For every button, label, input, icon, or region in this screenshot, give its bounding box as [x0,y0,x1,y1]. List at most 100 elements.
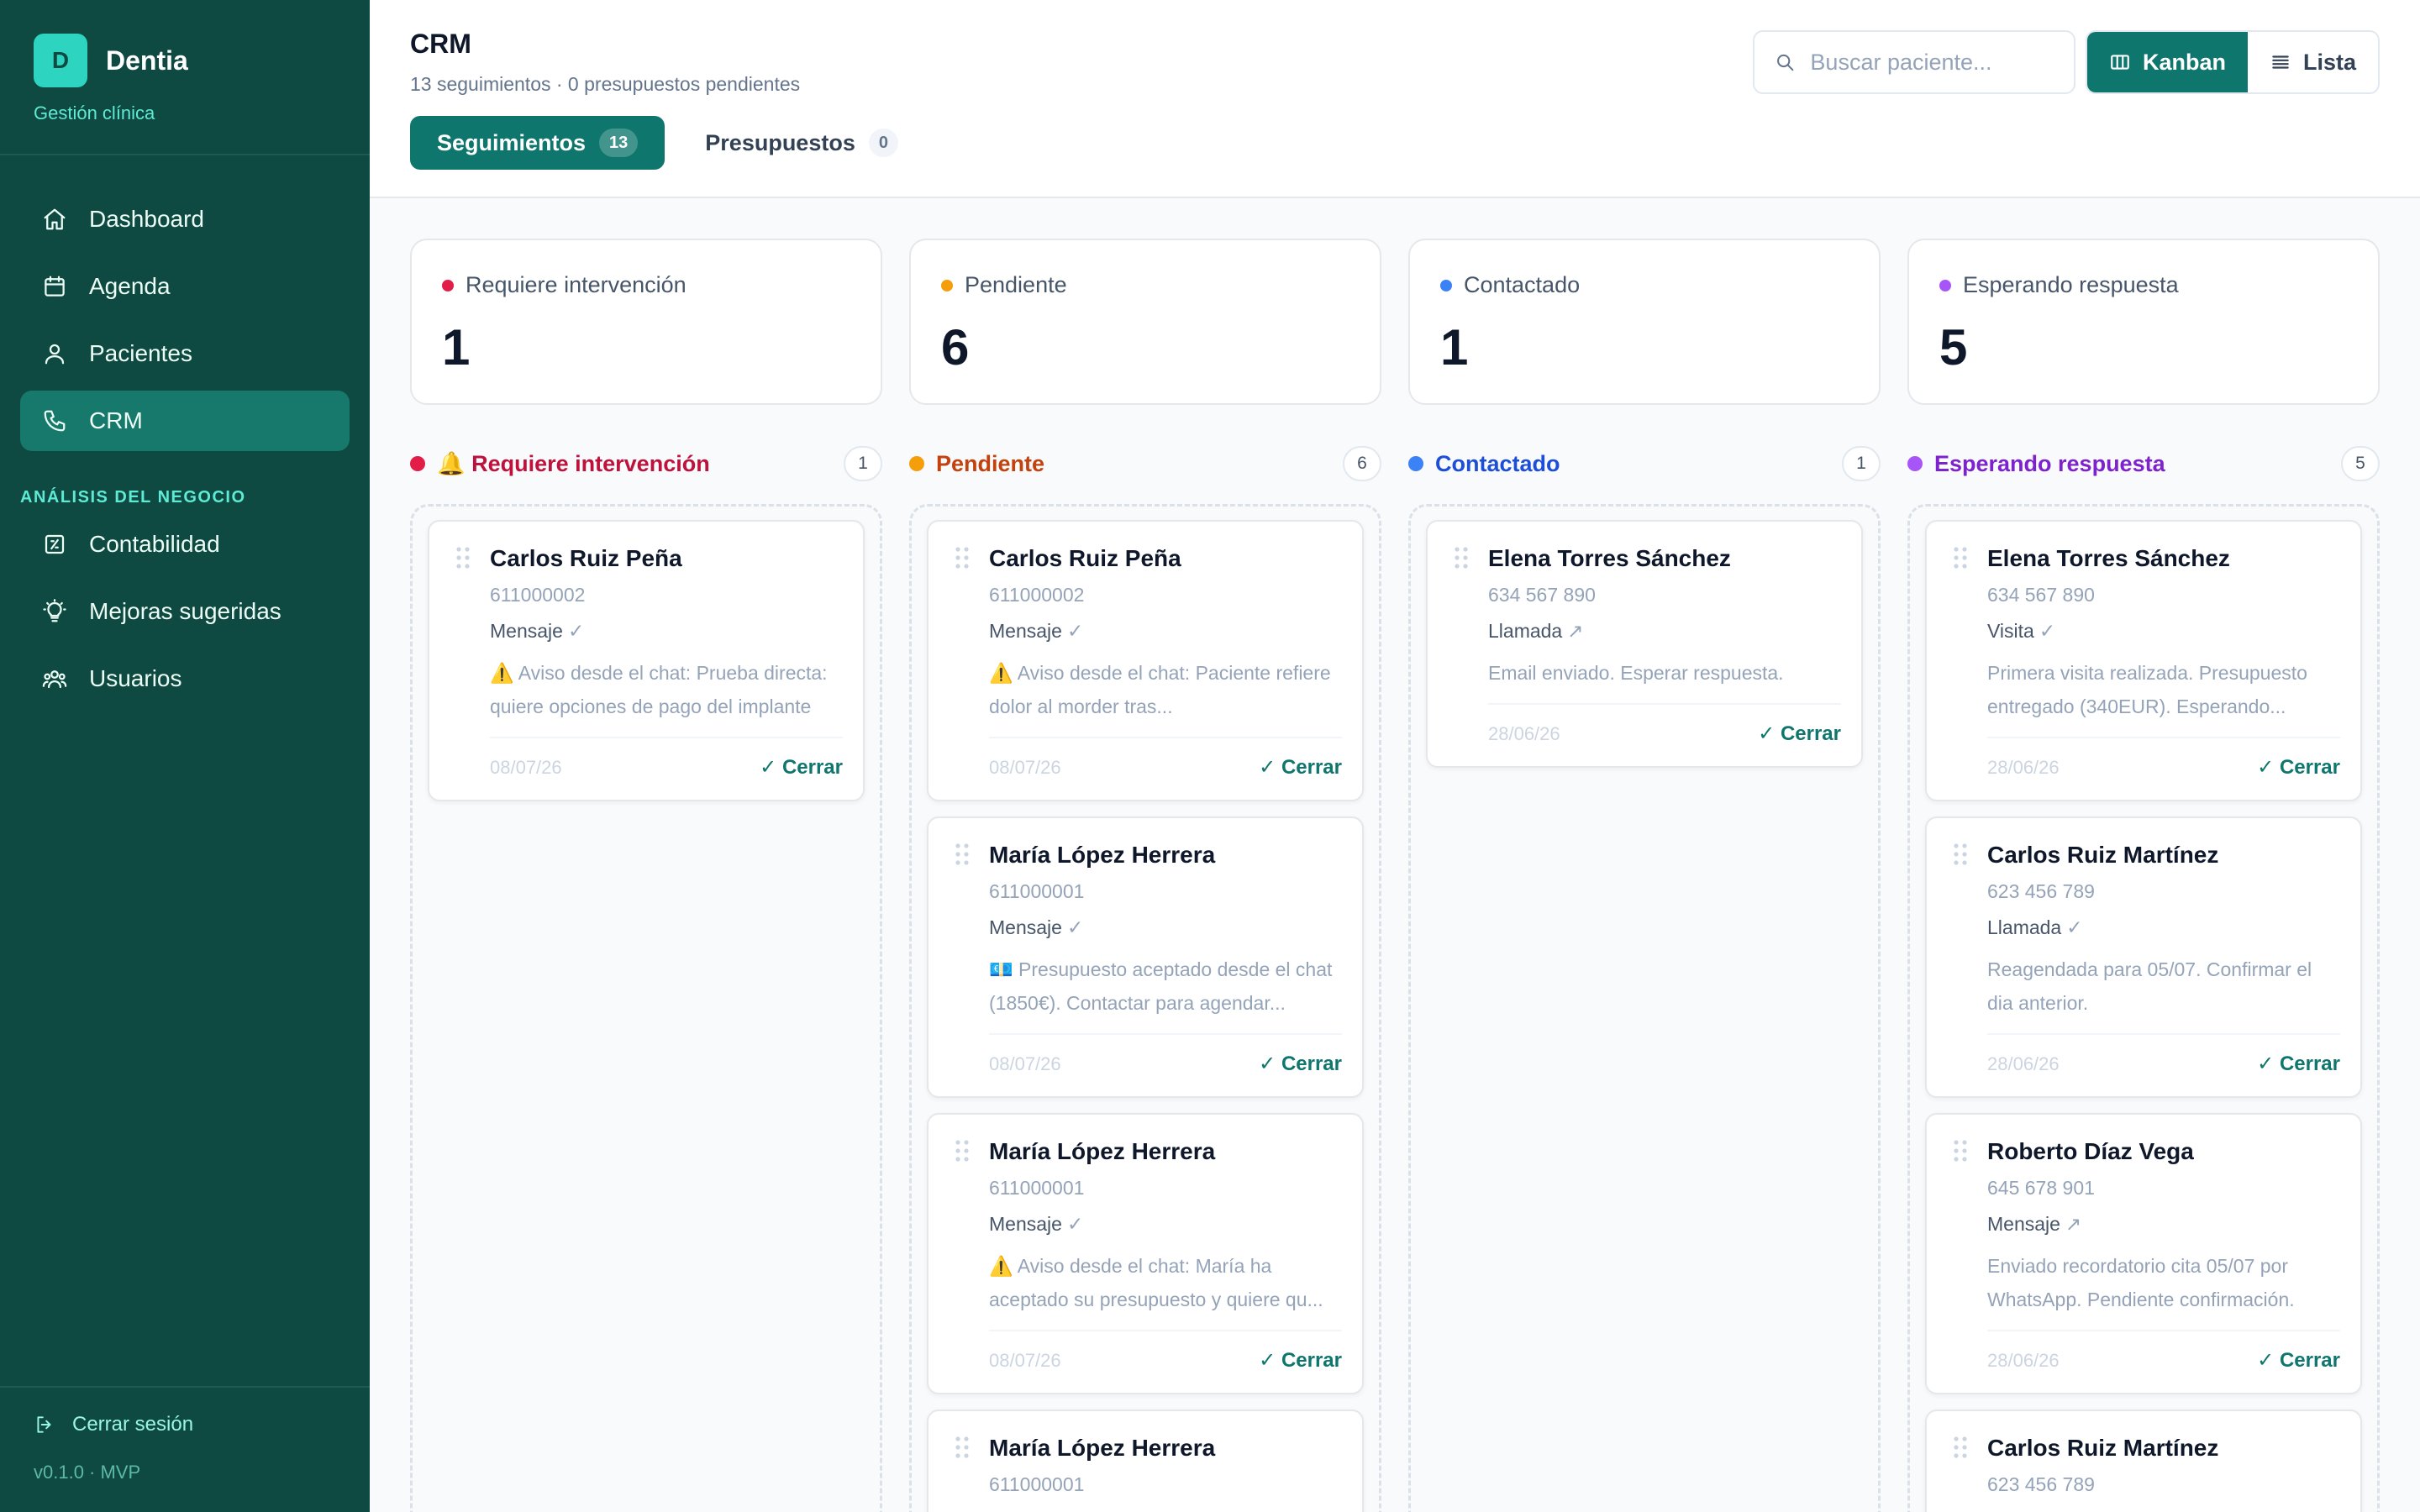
ledger-icon [45,534,65,554]
patient-name: María López Herrera [989,1138,1216,1164]
tab-label: Presupuestos [705,129,855,155]
patient-name: María López Herrera [989,1435,1216,1461]
patient-name: Carlos Ruiz Martínez [1987,842,2219,868]
stats-row: Requiere intervención 1 Pendiente 6 Cont… [410,239,2380,405]
drag-handle-icon[interactable] [1455,547,1468,569]
drag-handle-icon[interactable] [1954,547,1967,569]
list-view-label: Lista [2302,49,2356,75]
contact-type: Mensaje✓ [989,1213,1342,1236]
status-dot [1440,279,1452,291]
follow-up-card[interactable]: Carlos Ruiz Martínez 623 456 789 Llamada ✓ R… [1925,816,2362,1098]
contact-type: Mensaje↗ [1987,1213,2340,1236]
follow-up-card[interactable]: María López Herrera611000001Mensaje✓ [927,1410,1364,1512]
drag-handle-icon[interactable] [955,1140,969,1162]
drag-handle-icon[interactable] [955,843,969,865]
card-footer: 08/07/26 ✓ Cerrar [989,1330,1342,1373]
page-header: CRM 13 seguimientos · 0 presupuestos pen… [370,0,2420,198]
close-button[interactable]: ✓ Cerrar [1259,755,1342,780]
column-title: Contactado [1435,450,1560,476]
stat-card: Pendiente 6 [909,239,1381,405]
follow-up-card[interactable]: María López Herrera 611000001 Mensaje ✓ ⚠️ A… [927,1113,1364,1394]
stat-label: Pendiente [965,272,1067,297]
drag-handle-icon[interactable] [1954,1436,1967,1458]
drag-handle-icon[interactable] [955,547,969,569]
sidebar-item-label: Usuarios [89,665,182,691]
card-date: 08/07/26 [989,756,1061,778]
sidebar-item-usuarios[interactable]: Usuarios [20,648,350,709]
card-note: ⚠️ Aviso desde el chat: Paciente refiere… [989,662,1331,717]
card-date: 28/06/26 [1987,1053,2060,1074]
column-dropzone[interactable]: Carlos Ruiz Peña 611000002 Mensaje ✓ ⚠️ Avis… [909,504,1381,1512]
patient-name: Carlos Ruiz Martínez [1987,1435,2219,1461]
card-footer: 08/07/26 ✓ Cerrar [490,737,843,780]
brand-row[interactable]: D Dentia [34,34,336,87]
status-dot [1939,279,1951,291]
drag-handle-icon[interactable] [955,1436,969,1458]
lightbulb-icon [43,599,66,622]
follow-up-card[interactable]: Elena Torres Sánchez 634 567 890 Visita ✓ Pr… [1925,520,2362,801]
search-box[interactable] [1753,30,2075,94]
close-button[interactable]: ✓ Cerrar [760,755,843,780]
stat-label: Requiere intervención [466,272,687,297]
card-date: 08/07/26 [490,756,562,778]
sidebar-item-crm[interactable]: CRM [20,391,350,451]
close-button[interactable]: ✓ Cerrar [1259,1348,1342,1373]
stat-value: 1 [1440,319,1469,375]
card-date: 28/06/26 [1488,722,1560,744]
sidebar-item-dashboard[interactable]: Dashboard [20,189,350,249]
column-dropzone[interactable]: Elena Torres Sánchez 634 567 890 Llamada ↗ E… [1408,504,1881,1512]
status-dot [442,279,454,291]
contact-direction-icon: ✓ [1066,1213,1084,1235]
tab-seguimientos[interactable]: Seguimientos 13 [410,116,666,170]
drag-handle-icon[interactable] [1954,1140,1967,1162]
patient-phone: 623 456 789 [1987,880,2095,902]
kanban-column: Contactado 1 Elena Torres Sánchez 634 567 8… [1408,445,1881,1512]
follow-up-card[interactable]: Carlos Ruiz Peña 611000002 Mensaje ✓ ⚠️ Avis… [428,520,865,801]
follow-up-card[interactable]: Elena Torres Sánchez 634 567 890 Llamada ↗ E… [1426,520,1863,768]
kanban-view-button[interactable]: Kanban [2086,32,2248,92]
close-button[interactable]: ✓ Cerrar [2257,1052,2340,1076]
sidebar-item-label: Pacientes [89,340,192,366]
logout-button[interactable]: Cerrar sesión [34,1413,336,1436]
logout-icon [37,1416,51,1433]
card-footer: 28/06/26 ✓ Cerrar [1987,1330,2340,1373]
list-view-button[interactable]: Lista [2248,32,2378,92]
card-note: ⚠️ Aviso desde el chat: María ha aceptad… [989,1255,1323,1310]
contact-direction-icon: ✓ [567,620,585,642]
close-button[interactable]: ✓ Cerrar [1758,722,1841,746]
contact-direction-icon: ↗ [2065,1213,2082,1235]
close-button[interactable]: ✓ Cerrar [2257,755,2340,780]
card-note: Primera visita realizada. Presupuesto en… [1987,662,2307,717]
search-input[interactable] [1810,49,2054,76]
view-toggle: Kanban Lista [2085,30,2380,94]
stat-header: Contactado [1440,272,1849,298]
column-header: Esperando respuesta 5 [1907,445,2380,482]
card-note: Enviado recordatorio cita 05/07 por What… [1987,1255,2295,1310]
sidebar-item-label: Mejoras sugeridas [89,598,281,624]
column-dropzone[interactable]: Carlos Ruiz Peña 611000002 Mensaje ✓ ⚠️ Avis… [410,504,882,1512]
patient-phone: 611000002 [989,584,1085,606]
sidebar-item-mejoras[interactable]: Mejoras sugeridas [20,581,350,642]
card-note: Reagendada para 05/07. Confirmar el dia … [1987,958,2312,1014]
sidebar-item-pacientes[interactable]: Pacientes [20,323,350,384]
tab-presupuestos[interactable]: Presupuestos 0 [678,116,925,170]
business-nav: Contabilidad Mejoras sugeridas Usuarios [0,514,370,716]
column-count-badge: 1 [844,446,882,481]
drag-handle-icon[interactable] [456,547,470,569]
stat-value: 5 [1939,319,1968,375]
sidebar-item-agenda[interactable]: Agenda [20,256,350,317]
close-button[interactable]: ✓ Cerrar [2257,1348,2340,1373]
patient-phone: 611000001 [989,880,1085,902]
sidebar-item-contabilidad[interactable]: Contabilidad [20,514,350,575]
follow-up-card[interactable]: María López Herrera 611000001 Mensaje ✓ 💶 Pr… [927,816,1364,1098]
follow-up-card[interactable]: Carlos Ruiz Peña 611000002 Mensaje ✓ ⚠️ Avis… [927,520,1364,801]
home-icon [44,208,66,230]
follow-up-card[interactable]: Carlos Ruiz Martínez623 456 789Mensaje↗ [1925,1410,2362,1512]
contact-type-label: Visita [1987,620,2034,642]
follow-up-card[interactable]: Roberto Díaz Vega 645 678 901 Mensaje ↗ Envi… [1925,1113,2362,1394]
patient-phone: 623 456 789 [1987,1473,2095,1495]
column-dropzone[interactable]: Elena Torres Sánchez 634 567 890 Visita ✓ Pr… [1907,504,2380,1512]
stat-label: Contactado [1464,272,1581,297]
close-button[interactable]: ✓ Cerrar [1259,1052,1342,1076]
drag-handle-icon[interactable] [1954,843,1967,865]
